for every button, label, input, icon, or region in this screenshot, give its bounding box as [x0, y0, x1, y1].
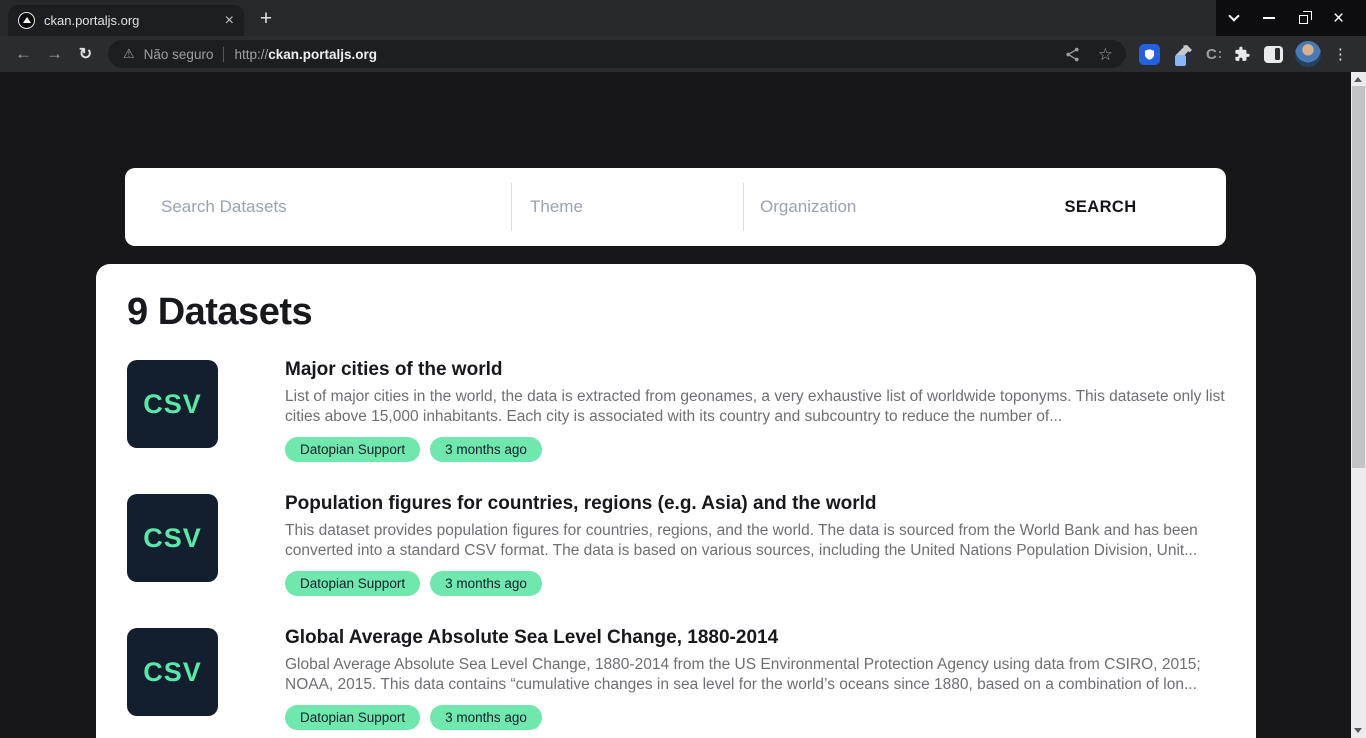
scrollbar-down-arrow-icon[interactable] — [1354, 728, 1362, 733]
back-icon[interactable]: ← — [8, 44, 39, 64]
dataset-title[interactable]: Major cities of the world — [285, 358, 1226, 381]
dataset-description: Global Average Absolute Sea Level Change… — [285, 655, 1226, 695]
dataset-description: This dataset provides population figures… — [285, 521, 1226, 561]
window-restore-icon[interactable] — [1286, 0, 1321, 36]
profile-avatar[interactable] — [1295, 41, 1321, 67]
browser-menu-kebab-icon[interactable]: ⋮ — [1333, 45, 1348, 63]
dataset-item: CSV Population figures for countries, re… — [127, 494, 1226, 596]
url-host[interactable]: ckan.portaljs.org — [268, 47, 377, 62]
security-label[interactable]: Não seguro — [144, 47, 214, 62]
csv-format-tile[interactable]: CSV — [127, 494, 218, 582]
scrollbar-up-arrow-icon[interactable] — [1354, 77, 1362, 82]
window-controls: × — [1216, 0, 1366, 36]
colorzilla-letter: C — [1206, 46, 1217, 63]
bookmark-star-icon[interactable]: ☆ — [1098, 46, 1113, 63]
datasets-card: 9 Datasets CSV Major cities of the world… — [96, 264, 1256, 738]
window-menu-chevron-icon[interactable] — [1216, 0, 1251, 36]
organization-input[interactable] — [744, 168, 975, 246]
dataset-description: List of major cities in the world, the d… — [285, 387, 1226, 427]
scrollbar-thumb[interactable] — [1352, 86, 1365, 468]
updated-badge[interactable]: 3 months ago — [430, 571, 542, 596]
tab-close-icon[interactable]: × — [225, 13, 234, 29]
extensions-area: C ⋮ — [1139, 41, 1352, 67]
datasets-count-heading: 9 Datasets — [127, 290, 1226, 334]
search-datasets-input[interactable] — [125, 168, 511, 246]
org-badge[interactable]: Datopian Support — [285, 705, 420, 730]
theme-input[interactable] — [512, 168, 743, 246]
color-swatch — [1175, 55, 1186, 66]
url-scheme: http:// — [234, 47, 268, 62]
dataset-item: CSV Global Average Absolute Sea Level Ch… — [127, 628, 1226, 730]
bitwarden-extension-icon[interactable] — [1139, 44, 1160, 65]
dataset-title[interactable]: Global Average Absolute Sea Level Change… — [285, 626, 1226, 649]
page-viewport: SEARCH 9 Datasets CSV Major cities of th… — [0, 72, 1366, 738]
site-favicon-icon — [18, 12, 35, 29]
extensions-puzzle-icon[interactable] — [1233, 45, 1252, 64]
colorzilla-extension-icon[interactable]: C — [1206, 46, 1221, 63]
tab-strip: ckan.portaljs.org × + × — [0, 0, 1366, 36]
window-close-icon[interactable]: × — [1321, 0, 1356, 36]
page-scrollbar[interactable] — [1351, 72, 1366, 738]
address-bar[interactable]: ⚠ Não seguro http:// ckan.portaljs.org ☆ — [108, 40, 1126, 68]
side-panel-icon[interactable] — [1264, 46, 1283, 63]
csv-format-tile[interactable]: CSV — [127, 360, 218, 448]
dataset-item: CSV Major cities of the world List of ma… — [127, 360, 1226, 462]
org-badge[interactable]: Datopian Support — [285, 571, 420, 596]
share-icon[interactable] — [1064, 46, 1081, 63]
browser-tab[interactable]: ckan.portaljs.org × — [8, 5, 244, 36]
org-badge[interactable]: Datopian Support — [285, 437, 420, 462]
forward-icon[interactable]: → — [39, 44, 70, 64]
window-minimize-icon[interactable] — [1251, 0, 1286, 36]
color-picker-extension-icon[interactable] — [1172, 43, 1194, 65]
browser-toolbar: ← → ↻ ⚠ Não seguro http:// ckan.portaljs… — [0, 36, 1366, 72]
dataset-title[interactable]: Population figures for countries, region… — [285, 492, 1226, 515]
dataset-search-bar: SEARCH — [125, 168, 1226, 246]
csv-format-tile[interactable]: CSV — [127, 628, 218, 716]
updated-badge[interactable]: 3 months ago — [430, 705, 542, 730]
new-tab-icon[interactable]: + — [252, 5, 280, 33]
updated-badge[interactable]: 3 months ago — [430, 437, 542, 462]
tab-title: ckan.portaljs.org — [44, 13, 219, 28]
reload-icon[interactable]: ↻ — [70, 44, 101, 64]
not-secure-warning-icon: ⚠ — [123, 46, 135, 62]
search-button[interactable]: SEARCH — [975, 168, 1226, 246]
omnibox-divider — [223, 47, 224, 62]
